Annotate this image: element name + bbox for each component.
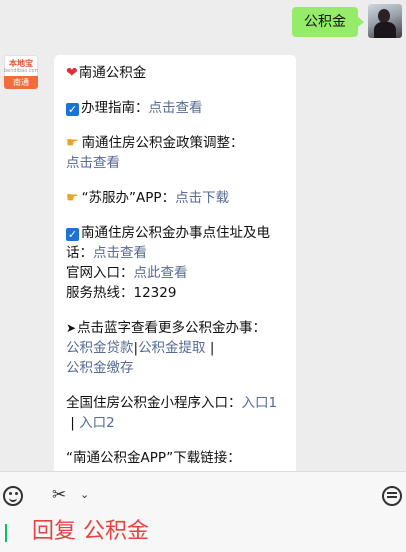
comment-icon[interactable]	[382, 486, 402, 506]
app-download-link[interactable]: 点击下载	[175, 190, 229, 206]
input-bar: ✂ ⌄ 回复 公积金	[0, 471, 406, 552]
withdraw-link[interactable]: 公积金提取	[138, 340, 206, 356]
more-block: ➤点击蓝字查看更多公积金办事： 公积金贷款|公积金提取 | 公积金缴存	[66, 318, 286, 378]
loan-link[interactable]: 公积金贷款	[66, 340, 134, 356]
outgoing-message-row: 公积金	[292, 4, 402, 38]
bot-city-text: 南通	[4, 76, 38, 89]
heart-icon: ❤	[66, 65, 78, 81]
website-link[interactable]: 点此查看	[134, 265, 188, 281]
app-download-label: “南通公积金APP”下载链接：	[66, 450, 241, 466]
message-title: 南通公积金	[78, 65, 147, 81]
website-label: 官网入口：	[66, 265, 134, 281]
policy-link[interactable]: 点击查看	[66, 155, 120, 171]
miniprogram-label: 全国住房公积金小程序入口：	[66, 395, 242, 411]
entry-2-link[interactable]: 入口2	[79, 415, 115, 431]
policy-line: ☛ 南通住房公积金政策调整： 点击查看	[66, 133, 286, 173]
address-link[interactable]: 点击查看	[93, 245, 147, 261]
user-avatar[interactable]	[368, 4, 402, 38]
chevron-down-icon[interactable]: ⌄	[80, 487, 89, 503]
app-line: ☛ “苏服办”APP：点击下载	[66, 188, 286, 208]
incoming-message-bubble: ❤南通公积金 ✓ 办理指南：点击查看 ☛ 南通住房公积金政策调整： 点击查看 ☛ “苏…	[54, 55, 296, 485]
deposit-link[interactable]: 公积金缴存	[66, 360, 134, 376]
app-download-line: “南通公积金APP”下载链接：	[66, 448, 286, 468]
check-box-icon: ✓	[66, 228, 79, 241]
pointing-hand-icon: ☛	[66, 135, 79, 151]
app-label: “苏服办”APP：	[81, 190, 176, 206]
check-box-icon: ✓	[66, 103, 79, 116]
separator: |	[209, 340, 215, 356]
text-caret	[5, 524, 7, 542]
outgoing-message-bubble[interactable]: 公积金	[292, 7, 364, 37]
separator: |	[70, 415, 75, 431]
policy-label: 南通住房公积金政策调整：	[81, 135, 244, 151]
guide-line: ✓ 办理指南：点击查看	[66, 98, 286, 118]
scissors-icon[interactable]: ✂	[52, 485, 66, 505]
bot-site-text: bendibao.com	[4, 68, 38, 74]
guide-label: 办理指南：	[81, 100, 149, 116]
entry-1-link[interactable]: 入口1	[242, 395, 278, 411]
more-label: 点击蓝字查看更多公积金办事：	[77, 320, 267, 336]
arrow-icon: ➤	[66, 321, 77, 335]
pointing-hand-icon: ☛	[66, 190, 79, 206]
miniprogram-block: 全国住房公积金小程序入口：入口1 | 入口2	[66, 393, 286, 433]
emoji-icon[interactable]	[3, 486, 23, 506]
hotline-text: 服务热线：12329	[66, 285, 177, 301]
guide-link[interactable]: 点击查看	[149, 100, 203, 116]
address-block: ✓ 南通住房公积金办事点住址及电话：点击查看 官网入口：点此查看 服务热线：123…	[66, 223, 286, 303]
bot-brand-text: 本地宝	[9, 59, 33, 68]
message-input[interactable]: 回复 公积金	[32, 517, 149, 547]
message-title-line: ❤南通公积金	[66, 63, 286, 83]
bot-avatar[interactable]: 本地宝 bendibao.com 南通	[4, 55, 38, 89]
